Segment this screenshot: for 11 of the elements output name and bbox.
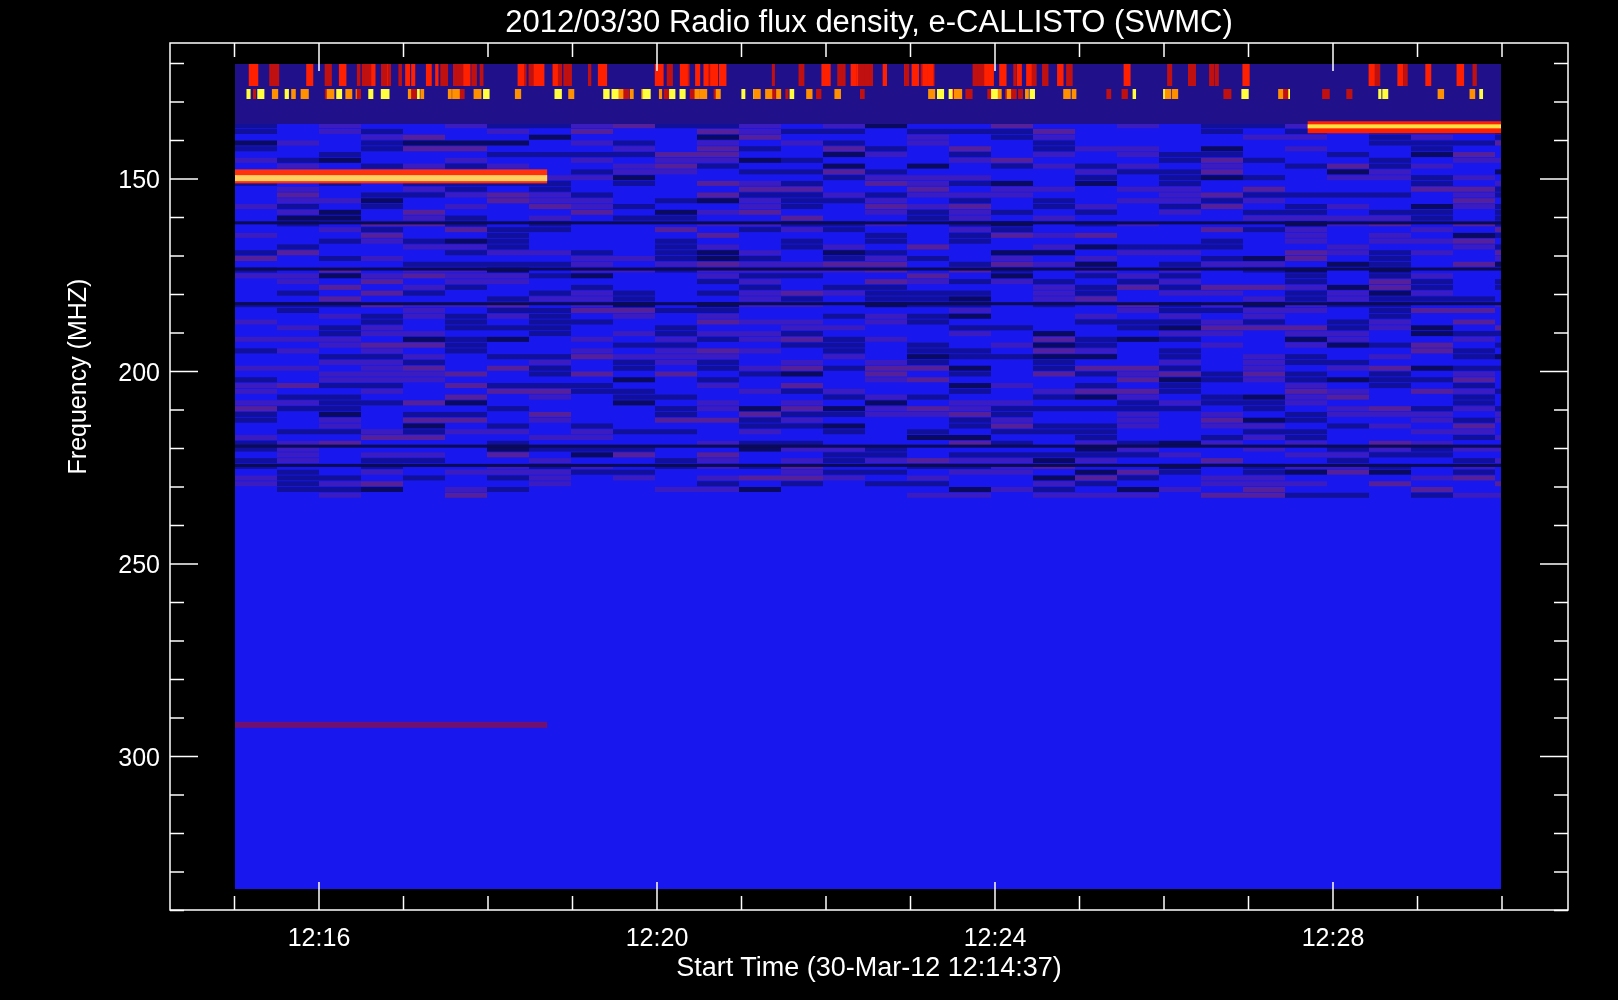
tick-label: 12:16: [287, 923, 351, 951]
tick-label: 12:20: [625, 923, 689, 951]
axis-label: Start Time (30-Mar-12 12:14:37): [676, 952, 1062, 982]
tick-label: 200: [118, 357, 160, 386]
tick-label: 150: [118, 165, 160, 193]
axis-label: Frequency (MHZ): [63, 278, 91, 475]
tick-label: 300: [118, 742, 160, 771]
tick-label: 250: [118, 550, 160, 578]
chart-title: 2012/03/30 Radio flux density, e-CALLISTO (SWMC): [505, 4, 1233, 39]
tick-label: 12:28: [1301, 923, 1365, 951]
tick-label: 12:24: [963, 923, 1027, 951]
